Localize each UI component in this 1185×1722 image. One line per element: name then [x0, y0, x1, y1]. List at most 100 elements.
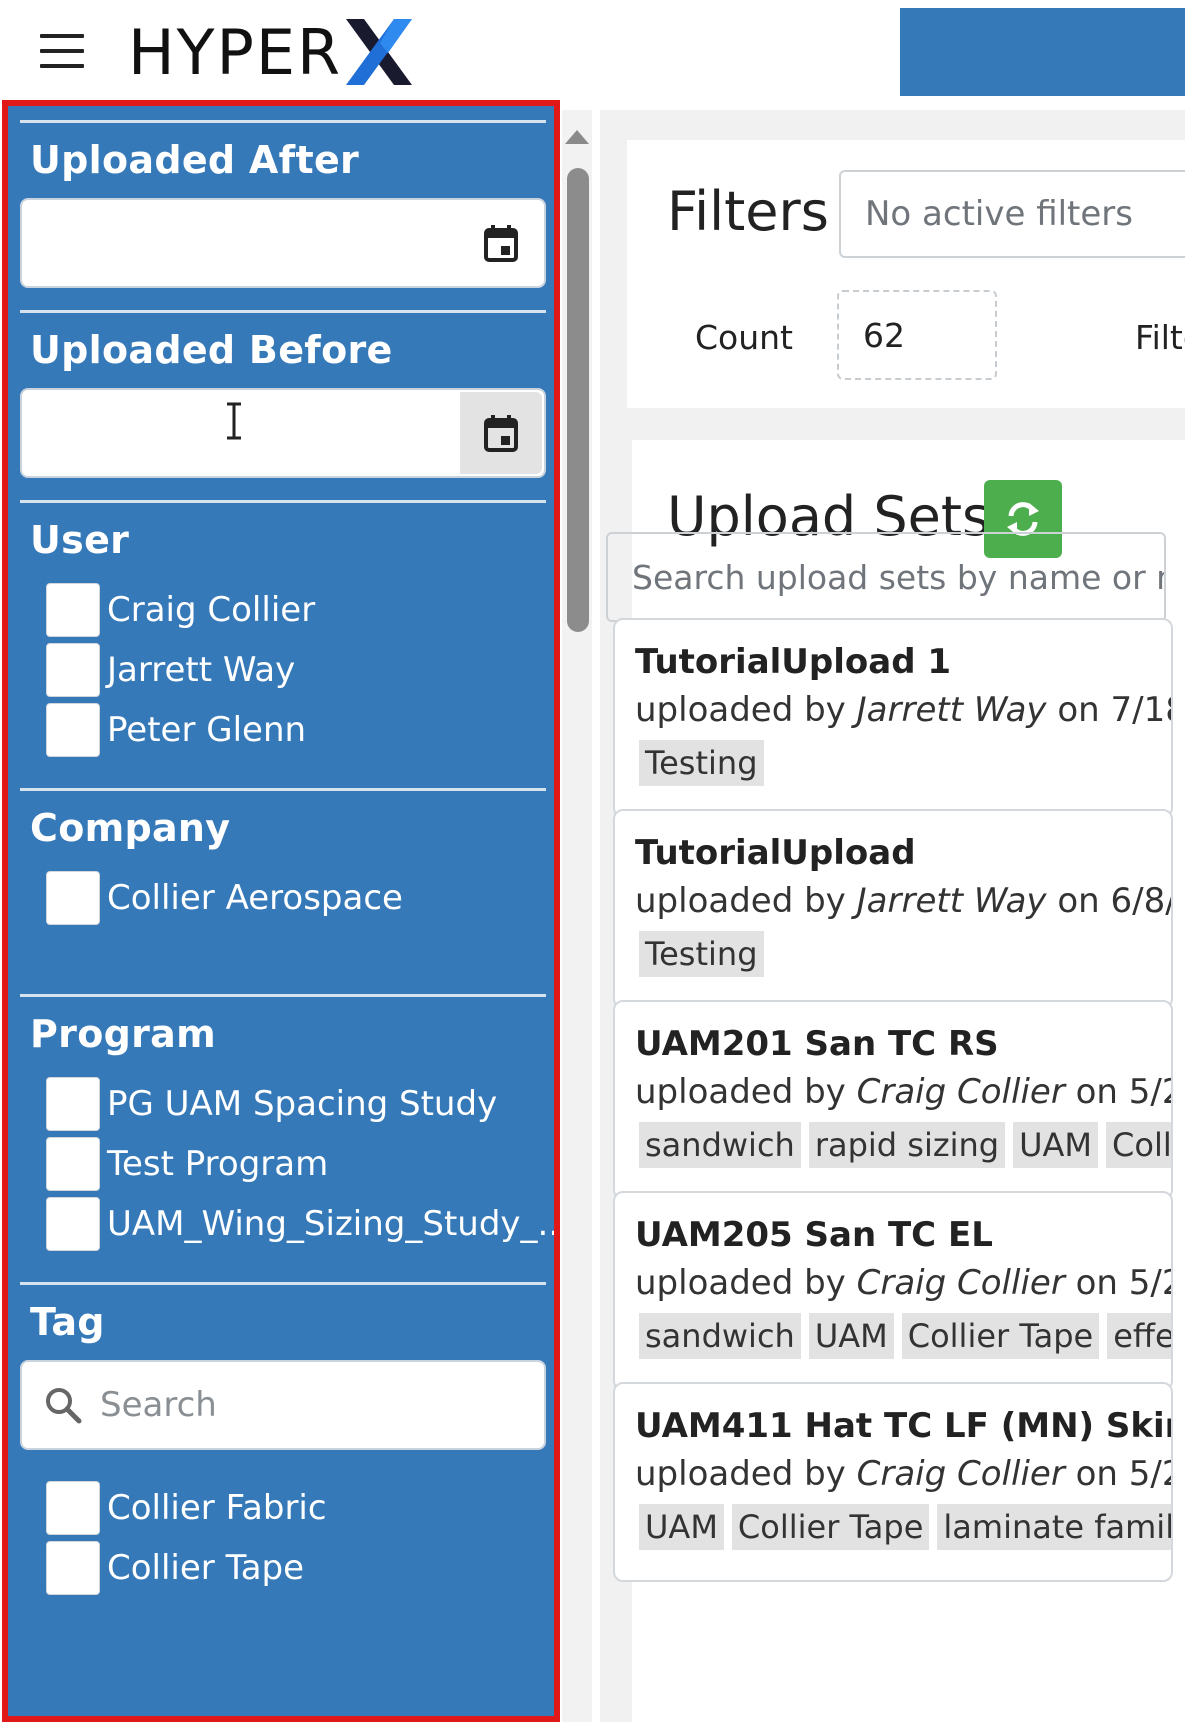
checkbox[interactable] [46, 1481, 100, 1535]
tag-chip[interactable]: laminate family [937, 1504, 1171, 1550]
program-option[interactable]: PG UAM Spacing Study [46, 1076, 497, 1132]
divider [20, 994, 546, 997]
company-title: Company [30, 806, 231, 850]
tag-chip[interactable]: rapid sizing [808, 1122, 1006, 1168]
upload-set-meta: uploaded by Craig Collier on 5/2 [635, 1072, 1173, 1112]
uploaded-before-title: Uploaded Before [30, 328, 393, 372]
active-filters-placeholder: No active filters [865, 194, 1133, 234]
checkbox[interactable] [46, 871, 100, 925]
search-icon [46, 1388, 82, 1424]
upload-set-name: UAM205 San TC EL [635, 1215, 993, 1255]
uploader-name: Craig Collier [856, 1263, 1065, 1303]
text-cursor-icon [227, 402, 241, 440]
program-title: Program [30, 1012, 216, 1056]
company-option[interactable]: Collier Aerospace [46, 870, 403, 926]
uploader-name: Craig Collier [856, 1072, 1065, 1112]
filter-sidebar: Uploaded After Uploaded Before User Crai… [2, 100, 560, 1722]
checkbox[interactable] [46, 1137, 100, 1191]
program-option-label: Test Program [107, 1144, 329, 1184]
active-filters-input[interactable]: No active filters [839, 170, 1185, 258]
checkbox[interactable] [46, 1541, 100, 1595]
user-option-label: Craig Collier [107, 590, 316, 630]
tag-list: Testing [639, 740, 772, 786]
tag-search-placeholder: Search [100, 1385, 217, 1425]
hamburger-menu-icon[interactable] [40, 34, 84, 68]
count-value-box: 62 [837, 290, 997, 380]
tag-list: sandwich UAM Collier Tape effect [639, 1313, 1171, 1359]
divider [20, 120, 546, 123]
divider [20, 500, 546, 503]
tag-chip[interactable]: sandwich [639, 1122, 801, 1168]
tag-chip[interactable]: Collier Tape [731, 1504, 930, 1550]
count-value: 62 [863, 315, 905, 355]
upload-set-item[interactable]: TutorialUpload uploaded by Jarrett Way o… [613, 809, 1173, 1009]
checkbox[interactable] [46, 703, 100, 757]
header-action-button[interactable] [900, 8, 1185, 96]
uploaded-after-date-input[interactable] [20, 198, 546, 288]
user-option-label: Jarrett Way [107, 650, 296, 690]
main-content: Filters No active filters Count 62 Filte… [600, 110, 1185, 1722]
tag-chip[interactable]: sandwich [639, 1313, 801, 1359]
tag-list: sandwich rapid sizing UAM Collier [639, 1122, 1171, 1168]
scrollbar-thumb[interactable] [567, 168, 589, 632]
filter-label: Filter [1135, 318, 1185, 357]
tag-chip[interactable]: UAM [808, 1313, 894, 1359]
tag-chip[interactable]: Testing [639, 931, 764, 977]
checkbox[interactable] [46, 1197, 100, 1251]
top-header: HYPER [0, 0, 1185, 100]
user-option[interactable]: Jarrett Way [46, 642, 295, 698]
company-option-label: Collier Aerospace [107, 878, 403, 918]
divider [20, 788, 546, 791]
user-option[interactable]: Craig Collier [46, 582, 315, 638]
upload-set-item[interactable]: TutorialUpload 1 uploaded by Jarrett Way… [613, 618, 1173, 818]
user-option-label: Peter Glenn [107, 710, 307, 750]
uploaded-before-date-input[interactable] [20, 388, 546, 478]
tag-list: Testing [639, 931, 772, 977]
upload-set-name: TutorialUpload [635, 833, 916, 873]
upload-sets-search-input[interactable]: Search upload sets by name or n [606, 532, 1166, 622]
filters-title: Filters [667, 180, 829, 243]
tag-chip[interactable]: effect [1107, 1313, 1171, 1359]
upload-set-name: UAM411 Hat TC LF (MN) Skin [635, 1406, 1173, 1446]
upload-set-item[interactable]: UAM201 San TC RS uploaded by Craig Colli… [613, 1000, 1173, 1200]
tag-option-label: Collier Fabric [107, 1488, 327, 1528]
upload-set-meta: uploaded by Jarrett Way on 7/18 [635, 690, 1173, 730]
user-title: User [30, 518, 130, 562]
tag-chip[interactable]: Testing [639, 740, 764, 786]
user-option[interactable]: Peter Glenn [46, 702, 306, 758]
logo-x-icon [346, 19, 413, 85]
divider [20, 310, 546, 313]
tag-chip[interactable]: UAM [1013, 1122, 1099, 1168]
tag-chip[interactable]: Collier Tape [901, 1313, 1100, 1359]
calendar-icon[interactable] [460, 202, 542, 284]
scroll-up-arrow-icon[interactable] [565, 130, 589, 144]
checkbox[interactable] [46, 643, 100, 697]
checkbox[interactable] [46, 583, 100, 637]
program-option-label: PG UAM Spacing Study [107, 1084, 498, 1124]
upload-set-item[interactable]: UAM411 Hat TC LF (MN) Skin uploaded by C… [613, 1382, 1173, 1582]
checkbox[interactable] [46, 1077, 100, 1131]
tag-list: UAM Collier Tape laminate family [639, 1504, 1171, 1550]
divider [20, 1282, 546, 1285]
program-option[interactable]: Test Program [46, 1136, 328, 1192]
upload-set-item[interactable]: UAM205 San TC EL uploaded by Craig Colli… [613, 1191, 1173, 1391]
calendar-icon[interactable] [460, 392, 542, 474]
hyperx-logo[interactable]: HYPER [128, 12, 414, 92]
count-label: Count [695, 318, 794, 357]
program-option-label: UAM_Wing_Sizing_Study_... [107, 1204, 560, 1244]
uploader-name: Jarrett Way [856, 881, 1047, 921]
tag-search-input[interactable]: Search [20, 1360, 546, 1450]
tag-option-label: Collier Tape [107, 1548, 305, 1588]
upload-set-name: TutorialUpload 1 [635, 642, 952, 682]
tag-title: Tag [30, 1300, 105, 1344]
tag-option[interactable]: Collier Tape [46, 1540, 304, 1596]
upload-sets-search-placeholder: Search upload sets by name or n [632, 557, 1166, 597]
uploader-name: Jarrett Way [856, 690, 1047, 730]
tag-chip[interactable]: UAM [639, 1504, 724, 1550]
tag-option[interactable]: Collier Fabric [46, 1480, 327, 1536]
upload-set-name: UAM201 San TC RS [635, 1024, 999, 1064]
program-option[interactable]: UAM_Wing_Sizing_Study_... [46, 1196, 560, 1252]
upload-set-meta: uploaded by Craig Collier on 5/2 [635, 1263, 1173, 1303]
filters-card: Filters No active filters Count 62 Filte… [627, 140, 1185, 408]
tag-chip[interactable]: Collier [1106, 1122, 1171, 1168]
